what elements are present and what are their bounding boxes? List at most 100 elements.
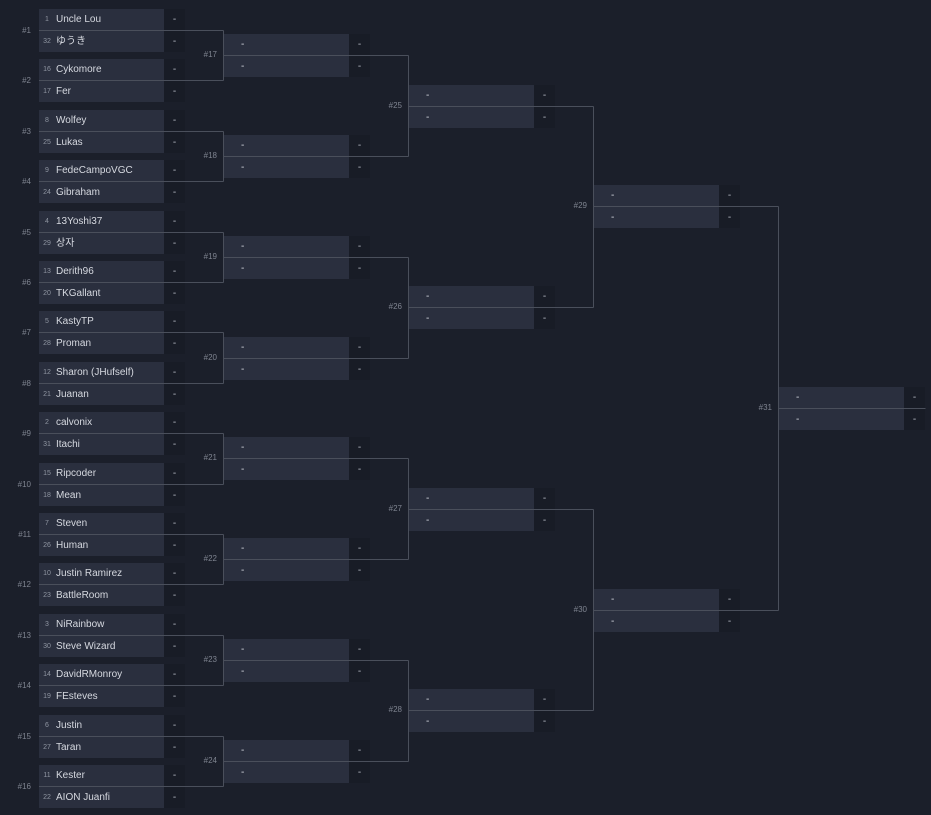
player-slot[interactable]: 27 Taran — [39, 737, 164, 758]
player-slot[interactable]: 12 Sharon (JHufself) — [39, 362, 164, 383]
player-slot[interactable]: 29 상자 — [39, 233, 164, 254]
player-slot[interactable]: - — [224, 157, 349, 178]
player-slot[interactable]: 9 FedeCampoVGC — [39, 160, 164, 181]
player-slot[interactable]: 18 Mean — [39, 485, 164, 506]
player-slot[interactable]: - — [409, 711, 534, 732]
player-score: - — [534, 107, 555, 128]
player-slot[interactable]: - — [409, 689, 534, 710]
player-slot[interactable]: 7 Steven — [39, 513, 164, 534]
player-slot[interactable]: 32 ゆうき — [39, 31, 164, 52]
player-score: - — [164, 160, 185, 181]
player-slot[interactable]: - — [409, 286, 534, 307]
player-slot[interactable]: - — [224, 560, 349, 581]
player-name: - — [241, 745, 245, 756]
player-slot[interactable]: - — [594, 589, 719, 610]
player-slot[interactable]: - — [224, 258, 349, 279]
player-slot[interactable]: - — [224, 56, 349, 77]
player-slot[interactable]: 25 Lukas — [39, 132, 164, 153]
player-slot[interactable]: 3 NiRainbow — [39, 614, 164, 635]
match-number-label: #4 — [22, 177, 31, 186]
player-slot[interactable]: 14 DavidRMonroy — [39, 664, 164, 685]
player-score: - — [164, 664, 185, 685]
player-slot[interactable]: 20 TKGallant — [39, 283, 164, 304]
player-slot[interactable]: 1 Uncle Lou — [39, 9, 164, 30]
player-slot[interactable]: - — [224, 359, 349, 380]
player-slot[interactable]: - — [224, 135, 349, 156]
match-number-label: #11 — [18, 530, 31, 539]
player-score: - — [164, 485, 185, 506]
match-number-label: #16 — [17, 782, 31, 791]
player-name: - — [241, 364, 245, 375]
player-score: - — [349, 740, 370, 761]
player-slot[interactable]: - — [224, 661, 349, 682]
player-slot[interactable]: 28 Proman — [39, 333, 164, 354]
player-name: Proman — [56, 338, 92, 349]
player-slot[interactable]: - — [224, 459, 349, 480]
player-name: Cykomore — [56, 64, 102, 75]
player-slot[interactable]: 8 Wolfey — [39, 110, 164, 131]
player-slot[interactable]: - — [224, 740, 349, 761]
player-slot[interactable]: - — [224, 34, 349, 55]
player-slot[interactable]: - — [224, 236, 349, 257]
player-slot[interactable]: - — [409, 488, 534, 509]
player-score: - — [164, 434, 185, 455]
player-slot[interactable]: - — [224, 437, 349, 458]
player-slot[interactable]: - — [594, 611, 719, 632]
player-slot[interactable]: 13 Derith96 — [39, 261, 164, 282]
player-slot[interactable]: 19 FEsteves — [39, 686, 164, 707]
player-seed: 22 — [43, 794, 51, 801]
match-number-label: #12 — [17, 580, 31, 589]
player-name: - — [241, 464, 245, 475]
player-score: - — [164, 614, 185, 635]
player-slot[interactable]: 16 Cykomore — [39, 59, 164, 80]
player-name: TKGallant — [56, 288, 101, 299]
match-number-label: #5 — [22, 228, 31, 237]
match-number-label: #15 — [17, 732, 31, 741]
player-name: DavidRMonroy — [56, 669, 123, 680]
player-name: ゆうき — [56, 36, 86, 47]
player-score: - — [349, 56, 370, 77]
player-slot[interactable]: 5 KastyTP — [39, 311, 164, 332]
player-slot[interactable]: 11 Kester — [39, 765, 164, 786]
player-slot[interactable]: - — [409, 107, 534, 128]
match-number-label: #7 — [22, 328, 31, 337]
match-number-label: #25 — [388, 101, 402, 110]
player-slot[interactable]: 4 13Yoshi37 — [39, 211, 164, 232]
player-name: Wolfey — [56, 115, 87, 126]
player-slot[interactable]: 31 Itachi — [39, 434, 164, 455]
player-seed: 3 — [45, 621, 49, 628]
player-slot[interactable]: 10 Justin Ramirez — [39, 563, 164, 584]
player-seed: 23 — [43, 592, 51, 599]
player-name: Human — [56, 540, 89, 551]
player-slot[interactable]: 30 Steve Wizard — [39, 636, 164, 657]
player-slot[interactable]: - — [779, 409, 904, 430]
player-slot[interactable]: 15 Ripcoder — [39, 463, 164, 484]
match-number-label: #27 — [388, 504, 402, 513]
player-slot[interactable]: - — [224, 639, 349, 660]
player-name: NiRainbow — [56, 619, 105, 630]
player-slot[interactable]: - — [779, 387, 904, 408]
player-slot[interactable]: 22 AION Juanfi — [39, 787, 164, 808]
player-name: 13Yoshi37 — [56, 216, 103, 227]
player-slot[interactable]: - — [224, 337, 349, 358]
player-slot[interactable]: 23 BattleRoom — [39, 585, 164, 606]
player-slot[interactable]: 26 Human — [39, 535, 164, 556]
player-slot[interactable]: 2 calvonix — [39, 412, 164, 433]
player-slot[interactable]: - — [224, 538, 349, 559]
player-slot[interactable]: 17 Fer — [39, 81, 164, 102]
player-name: Itachi — [56, 439, 80, 450]
player-slot[interactable]: - — [224, 762, 349, 783]
match-number-label: #3 — [22, 127, 31, 136]
player-slot[interactable]: 21 Juanan — [39, 384, 164, 405]
player-slot[interactable]: - — [409, 308, 534, 329]
player-slot[interactable]: 6 Justin — [39, 715, 164, 736]
player-score: - — [349, 661, 370, 682]
player-slot[interactable]: - — [409, 510, 534, 531]
player-slot[interactable]: 24 Gibraham — [39, 182, 164, 203]
player-slot[interactable]: - — [594, 185, 719, 206]
match-number-label: #23 — [203, 655, 217, 664]
player-slot[interactable]: - — [594, 207, 719, 228]
player-score: - — [349, 157, 370, 178]
player-slot[interactable]: - — [409, 85, 534, 106]
player-name: - — [241, 342, 245, 353]
